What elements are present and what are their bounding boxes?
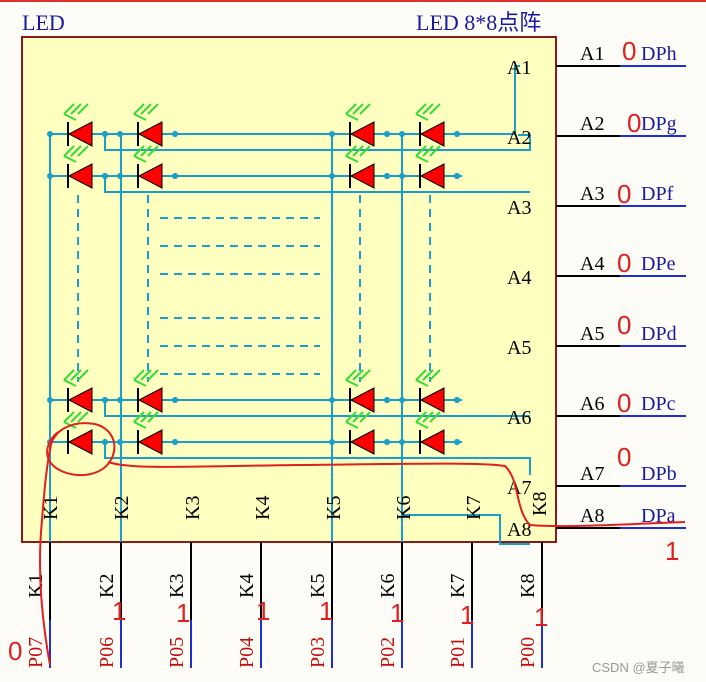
port-label: P00 [517, 637, 539, 668]
led-matrix-body [21, 36, 557, 543]
col-pin-label-internal: K4 [252, 496, 274, 520]
row-pin-label-external: A1 [580, 43, 604, 65]
row-value-annotation: 1 [665, 536, 679, 566]
row-pin-label-internal: A4 [507, 267, 531, 289]
row-pin-label-internal: A6 [507, 407, 531, 429]
led-matrix-schematic: LED LED 8*8点阵 A1 A1 DPh A2 A2 DPg A3 A3 DPf A4 A4 D… [8, 10, 686, 675]
col-pin-label-internal: K7 [463, 496, 485, 520]
row-value-annotation: 0 [617, 248, 631, 278]
row-value-annotation: 0 [627, 108, 641, 138]
junction-dot [454, 439, 460, 445]
col-pin-label-external: K1 [25, 574, 47, 598]
junction-dot [47, 173, 53, 179]
junction-dot [399, 173, 405, 179]
junction-dot [172, 439, 178, 445]
junction-dot [399, 397, 405, 403]
row-net-label: DPd [641, 323, 677, 345]
port-value-annotation: 1 [112, 596, 126, 626]
junction-dot [102, 131, 108, 137]
junction-dot [47, 397, 53, 403]
col-pin-label-external: K8 [517, 574, 539, 598]
row-net-label: DPf [641, 183, 674, 205]
junction-dot [399, 439, 405, 445]
row-value-annotation: 0 [617, 310, 631, 340]
col-pin-label-external: K5 [307, 574, 329, 598]
row-value-annotation: 0 [617, 179, 631, 209]
junction-dot [454, 131, 460, 137]
port-label: P06 [96, 637, 118, 668]
junction-dot [117, 131, 123, 137]
junction-dot [47, 131, 53, 137]
col-pin-label-internal: K8 [529, 492, 551, 516]
row-pin-label-external: A6 [580, 393, 604, 415]
junction-dot [384, 173, 390, 179]
col-pin-label-external: K7 [447, 574, 469, 598]
junction-dot [329, 439, 335, 445]
junction-dot [329, 397, 335, 403]
row-pin-label-internal: A1 [507, 57, 531, 79]
row-pin-label-external: A7 [580, 463, 604, 485]
port-value-annotation: 1 [319, 596, 333, 626]
row-value-annotation: 0 [617, 388, 631, 418]
col-pin-label-internal: K6 [393, 496, 415, 520]
port-value-annotation: 1 [460, 600, 474, 630]
row-pin-label-external: A8 [580, 505, 604, 527]
col-pin-label-internal: K5 [323, 496, 345, 520]
junction-dot [102, 397, 108, 403]
junction-dot [117, 439, 123, 445]
row-pin-label-external: A3 [580, 183, 604, 205]
row-net-label: DPh [641, 43, 677, 65]
row-pin-label-external: A5 [580, 323, 604, 345]
junction-dot [454, 397, 460, 403]
port-label: P01 [447, 637, 469, 668]
port-value-annotation: 1 [176, 598, 190, 628]
junction-dot [172, 131, 178, 137]
row-value-annotation: 0 [622, 36, 636, 66]
junction-dot [172, 173, 178, 179]
junction-dot [329, 131, 335, 137]
junction-dot [117, 397, 123, 403]
junction-dot [102, 439, 108, 445]
row-pin-label-internal: A5 [507, 337, 531, 359]
watermark: CSDN @夏子曦 [592, 660, 685, 675]
row-value-annotation: 0 [617, 442, 631, 472]
row-pin-label-internal: A7 [507, 477, 531, 499]
row-net-label: DPb [641, 463, 677, 485]
port-label: P02 [377, 637, 399, 668]
row-pin-label-external: A4 [580, 253, 604, 275]
col-pin-label-external: K2 [96, 574, 118, 598]
row-pin-label-external: A2 [580, 113, 604, 135]
port-label: P05 [166, 637, 188, 668]
junction-dot [102, 173, 108, 179]
col-pin-label-external: K3 [166, 574, 188, 598]
port-label: P07 [25, 637, 47, 668]
row-net-label: DPe [641, 253, 676, 275]
component-title: LED 8*8点阵 [416, 10, 541, 35]
junction-dot [399, 131, 405, 137]
junction-dot [384, 439, 390, 445]
col-pin-label-external: K6 [377, 574, 399, 598]
component-name: LED [22, 10, 65, 35]
junction-dot [384, 131, 390, 137]
port-value-annotation: 1 [256, 596, 270, 626]
port-value-annotation: 1 [534, 602, 548, 632]
col-pin-label-internal: K2 [111, 496, 133, 520]
port-label: P04 [236, 637, 258, 668]
junction-dot [329, 173, 335, 179]
row-net-label: DPg [641, 113, 677, 135]
row-net-label: DPc [641, 393, 676, 415]
junction-dot [172, 397, 178, 403]
port-value-annotation: 1 [390, 598, 404, 628]
junction-dot [454, 173, 460, 179]
port-label: P03 [307, 637, 329, 668]
junction-dot [384, 397, 390, 403]
port-value-annotation: 0 [8, 636, 22, 666]
row-pin-label-internal: A3 [507, 197, 531, 219]
col-pin-label-external: K4 [236, 574, 258, 598]
col-pin-label-internal: K3 [182, 496, 204, 520]
row-pin-label-internal: A2 [507, 127, 531, 149]
junction-dot [117, 173, 123, 179]
